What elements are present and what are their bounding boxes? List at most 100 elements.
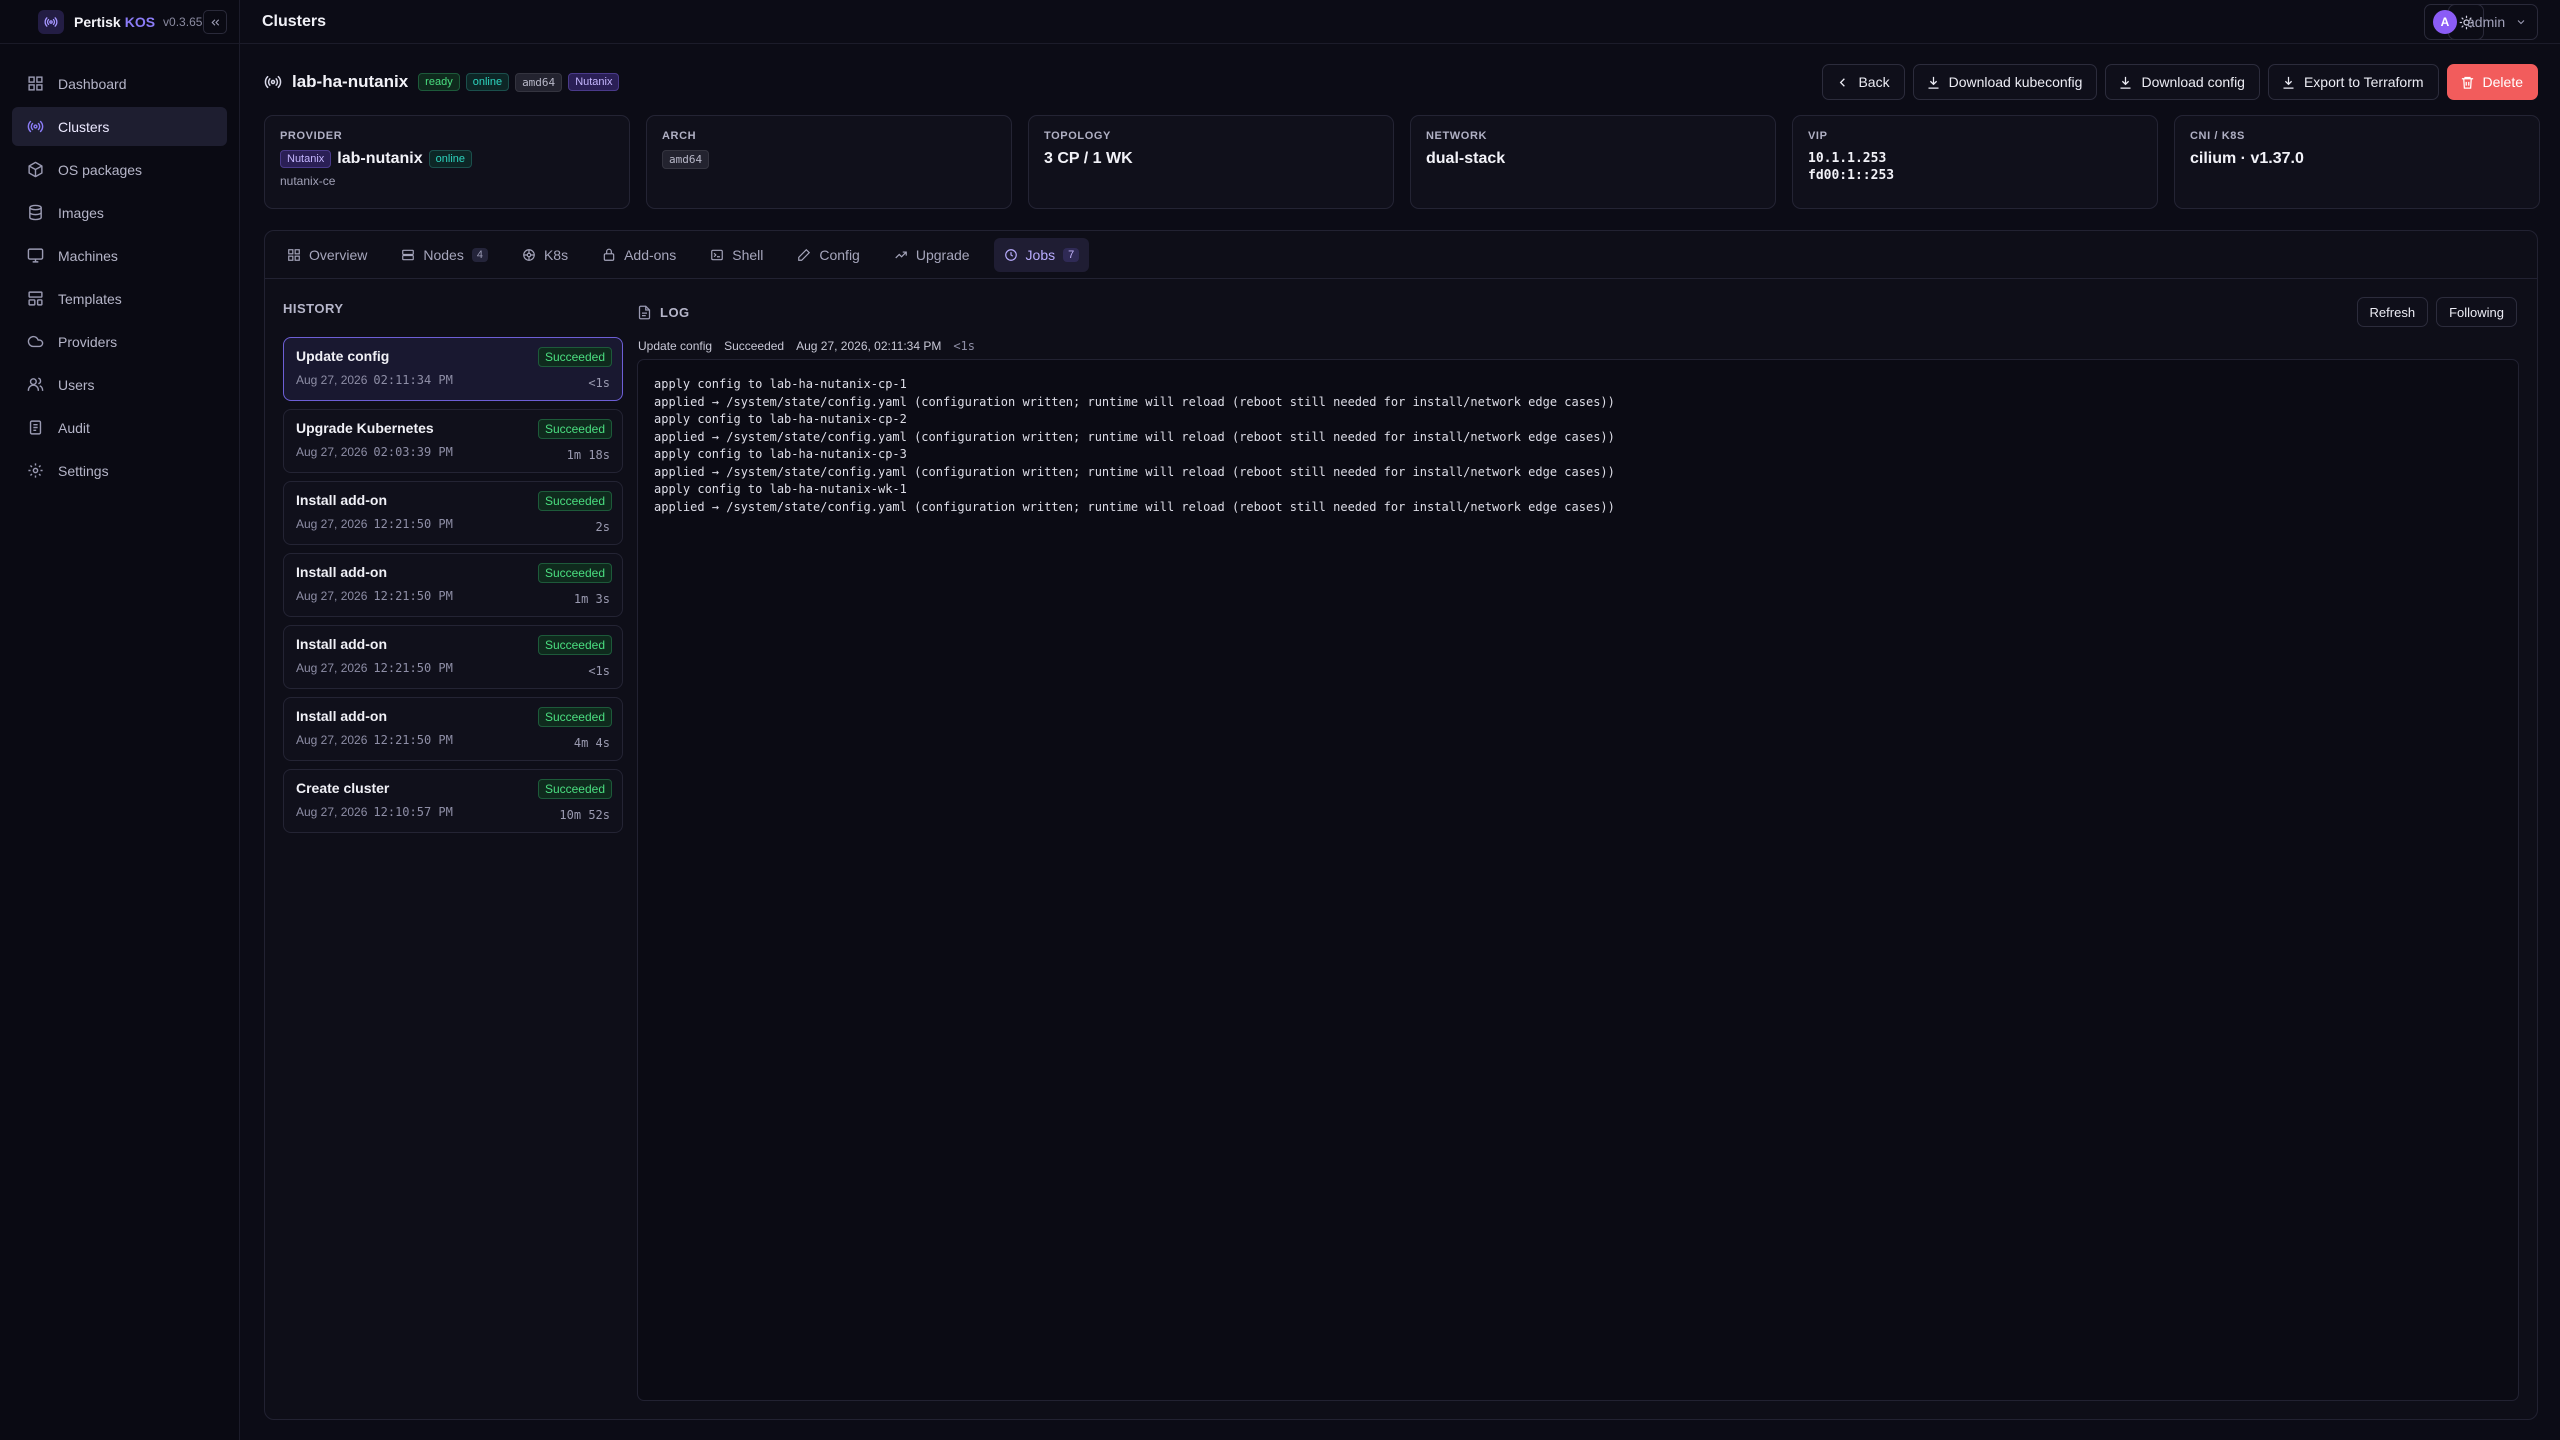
job-date: Aug 27, 2026 12:21:50 PM [296, 517, 610, 531]
provider-card: PROVIDER Nutanix lab-nutanix online nuta… [264, 115, 630, 209]
tab-config[interactable]: Config [787, 238, 869, 272]
back-button[interactable]: Back [1822, 64, 1905, 100]
images-icon [29, 204, 42, 221]
gear-icon [28, 463, 43, 478]
sidebar-item-os-packages[interactable]: OS packages [12, 150, 227, 189]
job-date-day: Aug 27, 2026 [296, 589, 368, 603]
sidebar-item-users[interactable]: Users [12, 365, 227, 404]
job-date-time: 12:21:50 PM [373, 661, 453, 675]
job-date: Aug 27, 2026 02:11:34 PM [296, 373, 610, 387]
user-menu-button[interactable]: A admin [2424, 4, 2538, 40]
sidebar-item-settings[interactable]: Settings [12, 451, 227, 490]
status-badge: ready [418, 73, 460, 91]
refresh-button[interactable]: Refresh [2356, 297, 2429, 327]
log-line: apply config to lab-ha-nutanix-cp-3 [654, 447, 907, 461]
sidebar-item-label: Settings [58, 462, 109, 479]
topology-card: TOPOLOGY 3 CP / 1 WK [1028, 115, 1394, 209]
download-kubeconfig-button[interactable]: Download kubeconfig [1912, 64, 2098, 100]
job-date-day: Aug 27, 2026 [296, 805, 368, 819]
cluster-name: lab-ha-nutanix [292, 72, 409, 91]
shell-icon [711, 249, 724, 260]
export-terraform-label: Export to Terraform [2303, 74, 2424, 90]
log-title: LOG [660, 305, 690, 320]
chevrons-left-icon [210, 18, 219, 26]
job-item[interactable]: Update config Aug 27, 2026 02:11:34 PM Su… [283, 337, 623, 401]
sidebar-item-label: Templates [58, 290, 122, 307]
job-duration: 1m 3s [573, 592, 610, 606]
info-cards: PROVIDER Nutanix lab-nutanix online nuta… [264, 115, 2540, 209]
job-item[interactable]: Install add-on Aug 27, 2026 12:21:50 PM S… [283, 697, 623, 761]
collapse-sidebar-button[interactable] [203, 10, 227, 34]
sidebar-item-audit[interactable]: Audit [12, 408, 227, 447]
log-header: LOG [637, 305, 690, 320]
sidebar-item-clusters[interactable]: Clusters [12, 107, 227, 146]
tab-jobs[interactable]: Jobs 7 [993, 237, 1090, 272]
job-date-time: 02:11:34 PM [373, 373, 453, 387]
following-toggle[interactable]: Following [2436, 297, 2517, 327]
job-date-time: 12:21:50 PM [373, 517, 453, 531]
avatar: A [2433, 10, 2457, 34]
tab-label: Upgrade [915, 246, 970, 263]
sidebar-item-templates[interactable]: Templates [12, 279, 227, 318]
tab-k8s[interactable]: K8s [512, 238, 578, 272]
job-date-day: Aug 27, 2026 [296, 733, 368, 747]
tab-label: Overview [309, 246, 368, 263]
package-icon [28, 161, 43, 178]
job-item[interactable]: Upgrade Kubernetes Aug 27, 2026 02:03:39 … [283, 409, 623, 473]
user-name: admin [2467, 14, 2506, 30]
tab-overview[interactable]: Overview [277, 238, 377, 272]
tab-label: Jobs [1025, 246, 1056, 263]
k8s-icon [523, 248, 535, 261]
sidebar-item-label: Dashboard [58, 75, 127, 92]
download-icon [2283, 76, 2294, 89]
back-label: Back [1858, 74, 1890, 90]
users-icon [27, 377, 44, 391]
chevron-down-icon [2517, 20, 2525, 25]
online-badge: online [465, 73, 510, 91]
dashboard-icon [28, 76, 43, 91]
nodes-icon [402, 249, 415, 260]
tab-nodes[interactable]: Nodes 4 [391, 238, 498, 272]
sidebar-nav: Dashboard Clusters OS packages Images Ma… [0, 44, 239, 490]
brand-version: v0.3.65 [163, 14, 203, 29]
tab-upgrade[interactable]: Upgrade [884, 238, 980, 272]
download-config-button[interactable]: Download config [2105, 64, 2260, 100]
export-terraform-button[interactable]: Export to Terraform [2267, 64, 2439, 100]
cluster-header: lab-ha-nutanix ready online amd64 Nutani… [264, 66, 625, 98]
sidebar-item-dashboard[interactable]: Dashboard [12, 64, 227, 103]
job-item[interactable]: Create cluster Aug 27, 2026 12:10:57 PM S… [283, 769, 623, 833]
job-date-day: Aug 27, 2026 [296, 517, 368, 531]
delete-button[interactable]: Delete [2446, 64, 2538, 100]
job-date: Aug 27, 2026 12:21:50 PM [296, 589, 610, 603]
download-config-label: Download config [2141, 74, 2245, 90]
history-title: HISTORY [283, 301, 344, 316]
job-duration: 10m 52s [559, 808, 610, 822]
job-status-badge: Succeeded [537, 347, 612, 367]
sidebar-item-images[interactable]: Images [12, 193, 227, 232]
page-title: Clusters [262, 12, 327, 30]
provider-name[interactable]: lab-nutanix [337, 150, 422, 168]
job-date: Aug 27, 2026 02:03:39 PM [296, 445, 610, 459]
log-output[interactable]: apply config to lab-ha-nutanix-cp-1 appl… [637, 359, 2519, 1401]
delete-label: Delete [2482, 74, 2523, 90]
job-date-time: 12:10:57 PM [373, 805, 453, 819]
job-item[interactable]: Install add-on Aug 27, 2026 12:21:50 PM S… [283, 625, 623, 689]
file-icon [638, 305, 651, 320]
tab-addons[interactable]: Add-ons [592, 238, 686, 272]
sidebar-item-providers[interactable]: Providers [12, 322, 227, 361]
job-date-time: 02:03:39 PM [373, 445, 453, 459]
job-duration: <1s [588, 664, 610, 678]
arch-badge: amd64 [515, 72, 563, 92]
cloud-icon [27, 335, 44, 348]
job-item[interactable]: Install add-on Aug 27, 2026 12:21:50 PM S… [283, 553, 623, 617]
tab-count: 4 [471, 247, 488, 262]
log-controls: Refresh Following [2356, 297, 2517, 327]
job-item[interactable]: Install add-on Aug 27, 2026 12:21:50 PM S… [283, 481, 623, 545]
log-job-datetime: Aug 27, 2026, 02:11:34 PM [796, 339, 942, 353]
job-duration: 1m 18s [566, 448, 610, 462]
chevron-left-icon [1840, 77, 1846, 87]
sidebar-item-machines[interactable]: Machines [12, 236, 227, 275]
card-label: ARCH [662, 130, 697, 142]
log-job-duration: <1s [953, 339, 976, 353]
tab-shell[interactable]: Shell [700, 238, 773, 272]
